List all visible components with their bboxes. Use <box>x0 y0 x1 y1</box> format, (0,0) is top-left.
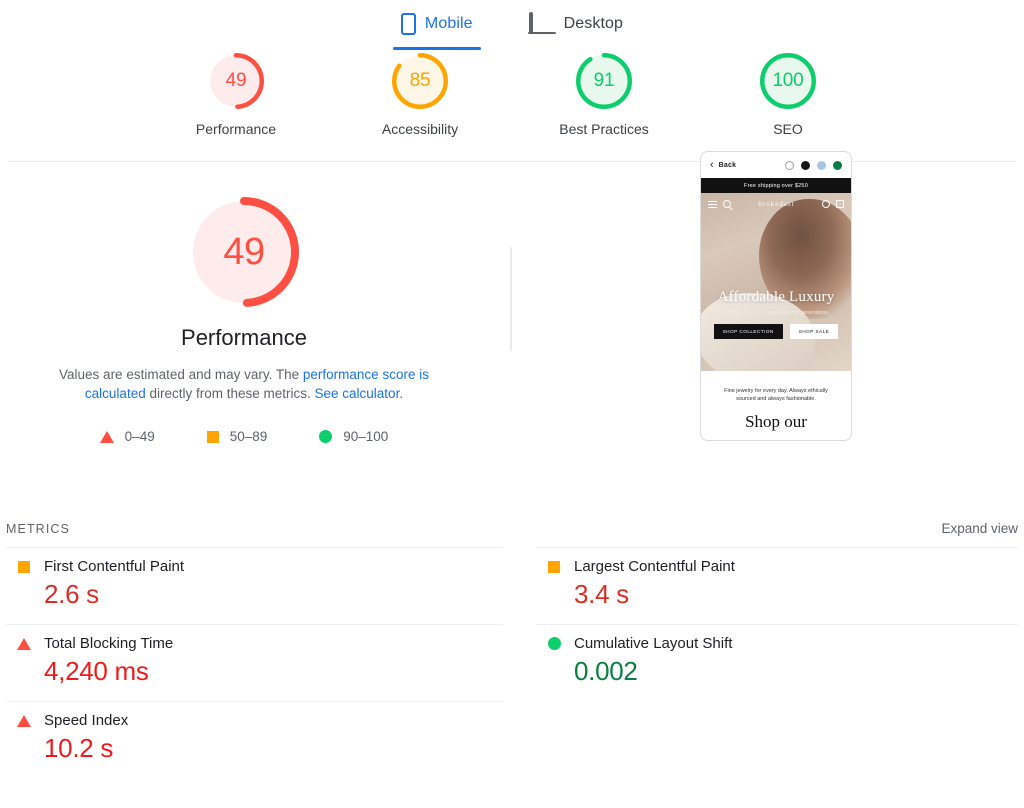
metrics-section-title: METRICS <box>6 522 70 536</box>
swatch-white-icon <box>785 160 794 170</box>
metric-name: Cumulative Layout Shift <box>574 635 733 652</box>
circle-icon <box>547 637 561 650</box>
gauge-performance-label: Performance <box>195 121 277 137</box>
metrics-header: METRICS Expand view <box>0 521 1024 536</box>
mobile-icon <box>400 13 416 35</box>
metrics-column-left: First Contentful Paint 2.6 s Total Block… <box>6 547 503 778</box>
metric-value: 2.6 s <box>44 579 99 609</box>
performance-hero: 49 Performance Values are estimated and … <box>0 151 1024 515</box>
gauge-best-practices-value: 91 <box>593 70 615 91</box>
score-legend: 0–49 50–89 90–100 <box>0 429 488 444</box>
swatch-green-icon <box>833 160 842 170</box>
category-score-seo[interactable]: 100 SEO <box>733 53 843 137</box>
legend-label-average: 50–89 <box>229 429 268 444</box>
chevron-left-icon: ‹ <box>710 158 714 171</box>
screenshot-brand: brokedast <box>758 200 795 208</box>
swatch-light-blue-icon <box>817 160 826 170</box>
page-title: Performance <box>181 325 307 350</box>
category-score-accessibility[interactable]: 85 Accessibility <box>365 53 475 137</box>
legend-label-poor: 0–49 <box>124 429 155 444</box>
legend-item-poor: 0–49 <box>99 429 155 444</box>
gauge-accessibility-value: 85 <box>409 70 431 91</box>
metric-row-cumulative-layout-shift[interactable]: Cumulative Layout Shift 0.002 <box>536 624 1018 701</box>
legend-item-average: 50–89 <box>206 429 268 444</box>
square-icon <box>17 560 31 573</box>
shop-sale-button: SHOP SALE <box>789 324 839 339</box>
gauge-best-practices-label: Best Practices <box>559 121 649 137</box>
screenshot-shop-heading: Shop our <box>745 412 807 431</box>
triangle-icon <box>99 430 114 443</box>
cart-icon <box>836 200 844 208</box>
gauge-seo-value: 100 <box>772 70 804 91</box>
metrics-column-right: Largest Contentful Paint 3.4 s Cumulativ… <box>536 547 1018 778</box>
final-screenshot-thumbnail[interactable]: ‹ Back Free shipping over $250 brokedast <box>700 151 852 441</box>
gauge-performance-value: 49 <box>225 70 247 91</box>
category-score-best-practices[interactable]: 91 Best Practices <box>549 53 659 137</box>
metric-row-largest-contentful-paint[interactable]: Largest Contentful Paint 3.4 s <box>536 547 1018 624</box>
circle-icon <box>319 430 333 443</box>
score-disclaimer: Values are estimated and may vary. The p… <box>34 365 454 403</box>
tab-desktop-label: Desktop <box>563 15 624 32</box>
swatch-black-icon <box>801 160 810 170</box>
hamburger-menu-icon <box>708 199 717 210</box>
device-tabs: Mobile Desktop <box>0 0 1024 50</box>
triangle-icon <box>17 714 31 727</box>
triangle-icon <box>17 637 31 650</box>
screenshot-tagline: Fine jewelry for every day. Always ethic… <box>724 388 828 402</box>
tab-desktop[interactable]: Desktop <box>523 4 629 44</box>
expand-view-button[interactable]: Expand view <box>941 521 1018 536</box>
screenshot-hero-subtitle: Beautiful pieces to pass down for genera… <box>722 310 830 316</box>
category-score-row: 49 Performance 85 Accessibility 91 Best … <box>0 53 1024 137</box>
gauge-best-practices: 91 <box>576 53 632 109</box>
tab-mobile[interactable]: Mobile <box>392 4 481 50</box>
gauge-accessibility-label: Accessibility <box>381 121 459 137</box>
gauge-accessibility: 85 <box>392 53 448 109</box>
tab-mobile-label: Mobile <box>424 15 473 32</box>
legend-item-good: 90–100 <box>319 429 388 444</box>
metric-name: Speed Index <box>44 712 129 729</box>
metric-name: First Contentful Paint <box>44 558 185 575</box>
metric-value: 3.4 s <box>574 579 629 609</box>
search-icon <box>723 200 731 208</box>
disclaimer-lead: Values are estimated and may vary. The <box>59 367 303 382</box>
see-calculator-link[interactable]: See calculator. <box>315 386 404 401</box>
legend-label-good: 90–100 <box>343 429 389 444</box>
pagespeed-report: Mobile Desktop 49 Performance 85 Accessi… <box>0 0 1024 808</box>
shop-collection-button: SHOP COLLECTION <box>713 324 783 339</box>
screenshot-nav: ‹ Back <box>701 152 851 178</box>
metrics-grid: First Contentful Paint 2.6 s Total Block… <box>0 547 1024 778</box>
category-score-performance[interactable]: 49 Performance <box>181 53 291 137</box>
desktop-icon <box>527 12 556 34</box>
metric-value: 0.002 <box>574 656 638 686</box>
square-icon <box>206 430 219 443</box>
account-icon <box>822 200 830 208</box>
square-icon <box>547 560 561 573</box>
screenshot-back-label: Back <box>718 161 737 169</box>
vertical-divider <box>510 247 512 351</box>
screenshot-hero: brokedast Affordable Luxury Beautiful pi… <box>701 193 851 371</box>
screenshot-site-header: brokedast <box>701 193 851 215</box>
disclaimer-mid: directly from these metrics. <box>145 386 315 401</box>
metric-row-first-contentful-paint[interactable]: First Contentful Paint 2.6 s <box>6 547 503 624</box>
gauge-performance-large: 49 <box>189 197 299 307</box>
metric-value: 10.2 s <box>44 733 114 763</box>
metric-name: Largest Contentful Paint <box>574 558 735 575</box>
metric-row-total-blocking-time[interactable]: Total Blocking Time 4,240 ms <box>6 624 503 701</box>
metric-name: Total Blocking Time <box>44 635 174 652</box>
screenshot-hero-buttons: SHOP COLLECTION SHOP SALE <box>701 324 851 339</box>
gauge-seo-label: SEO <box>773 121 803 137</box>
gauge-performance: 49 <box>208 53 264 109</box>
gauge-performance-large-value: 49 <box>223 230 265 273</box>
gauge-seo: 100 <box>760 53 816 109</box>
performance-summary: 49 Performance Values are estimated and … <box>0 197 488 444</box>
screenshot-promo-banner: Free shipping over $250 <box>701 178 851 193</box>
screenshot-hero-title: Affordable Luxury <box>717 289 835 305</box>
color-swatches <box>785 160 842 170</box>
metric-row-speed-index[interactable]: Speed Index 10.2 s <box>6 701 503 778</box>
metric-value: 4,240 ms <box>44 656 149 686</box>
